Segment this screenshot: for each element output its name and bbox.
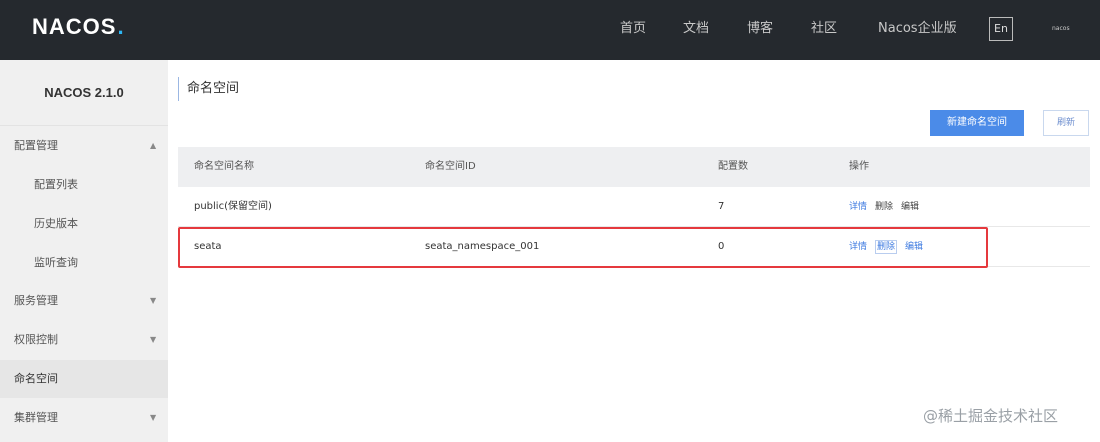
top-header: NACOS. 首页 文档 博客 社区 Nacos企业版 En nacos (0, 0, 1100, 60)
config-count-cell: 7 (718, 201, 725, 212)
details-link[interactable]: 详情 (849, 187, 867, 227)
actions-cell: 详情 删除 编辑 (849, 187, 919, 227)
sidebar-item-label: 配置管理 (14, 139, 58, 152)
sidebar-item-listener-query[interactable]: 监听查询 (0, 244, 168, 282)
table-row: public(保留空间) 7 详情 删除 编辑 (178, 187, 1090, 227)
column-header-id: 命名空间ID (425, 161, 476, 172)
version-label: NACOS 2.1.0 (0, 60, 168, 126)
nav-blog[interactable]: 博客 (747, 19, 773, 39)
sidebar-item-label: 服务管理 (14, 294, 58, 307)
nav-community[interactable]: 社区 (811, 19, 837, 39)
sidebar-item-label: 配置列表 (34, 178, 78, 191)
namespace-id-cell: seata_namespace_001 (425, 241, 540, 252)
nav-home[interactable]: 首页 (620, 19, 646, 39)
sidebar-item-access-control[interactable]: 权限控制 ▼ (0, 321, 168, 359)
namespace-name-cell: seata (194, 241, 222, 252)
chevron-up-icon: ▲ (150, 141, 157, 150)
sidebar-item-cluster-management[interactable]: 集群管理 ▼ (0, 399, 168, 437)
edit-link[interactable]: 编辑 (905, 227, 923, 267)
sidebar-item-label: 历史版本 (34, 217, 78, 230)
nav-docs[interactable]: 文档 (683, 19, 709, 39)
config-count-cell: 0 (718, 241, 725, 252)
column-header-name: 命名空间名称 (194, 161, 254, 172)
sidebar-item-label: 集群管理 (14, 411, 58, 424)
table-header: 命名空间名称 命名空间ID 配置数 操作 (178, 147, 1090, 187)
column-header-actions: 操作 (849, 161, 869, 172)
namespace-table: 命名空间名称 命名空间ID 配置数 操作 public(保留空间) 7 详情 删… (178, 147, 1090, 268)
delete-link[interactable]: 删除 (875, 187, 893, 227)
delete-link[interactable]: 删除 (875, 240, 898, 254)
nav-enterprise[interactable]: Nacos企业版 (878, 19, 957, 39)
create-namespace-button[interactable]: 新建命名空间 (930, 110, 1024, 136)
namespace-name-cell: public(保留空间) (194, 201, 272, 212)
sidebar-item-label: 监听查询 (34, 256, 78, 269)
details-link[interactable]: 详情 (849, 227, 867, 267)
chevron-down-icon: ▼ (150, 335, 157, 344)
language-switch-button[interactable]: En (989, 17, 1013, 41)
logo-dot: . (117, 14, 125, 39)
edit-link[interactable]: 编辑 (901, 187, 919, 227)
user-menu[interactable]: nacos (1052, 25, 1070, 32)
sidebar-item-history[interactable]: 历史版本 (0, 205, 168, 243)
sidebar: NACOS 2.1.0 配置管理 ▲ 配置列表 历史版本 监听查询 服务管理 ▼… (0, 60, 168, 442)
chevron-down-icon: ▼ (150, 413, 157, 422)
table-row: seata seata_namespace_001 0 详情 删除 编辑 (178, 227, 1090, 267)
sidebar-item-config-management[interactable]: 配置管理 ▲ (0, 127, 168, 165)
nacos-logo[interactable]: NACOS. (32, 14, 125, 40)
actions-cell: 详情 删除 编辑 (849, 227, 923, 267)
sidebar-item-namespace[interactable]: 命名空间 (0, 360, 168, 398)
watermark: @稀土掘金技术社区 (923, 407, 1059, 425)
sidebar-item-config-list[interactable]: 配置列表 (0, 166, 168, 204)
sidebar-item-service-management[interactable]: 服务管理 ▼ (0, 282, 168, 320)
main-content: 命名空间 新建命名空间 刷新 命名空间名称 命名空间ID 配置数 操作 publ… (168, 60, 1100, 442)
sidebar-item-label: 命名空间 (14, 372, 58, 385)
column-header-count: 配置数 (718, 161, 748, 172)
logo-text: NACOS (32, 14, 117, 39)
page-title: 命名空间 (178, 77, 239, 101)
sidebar-item-label: 权限控制 (14, 333, 58, 346)
refresh-button[interactable]: 刷新 (1043, 110, 1089, 136)
chevron-down-icon: ▼ (150, 296, 157, 305)
